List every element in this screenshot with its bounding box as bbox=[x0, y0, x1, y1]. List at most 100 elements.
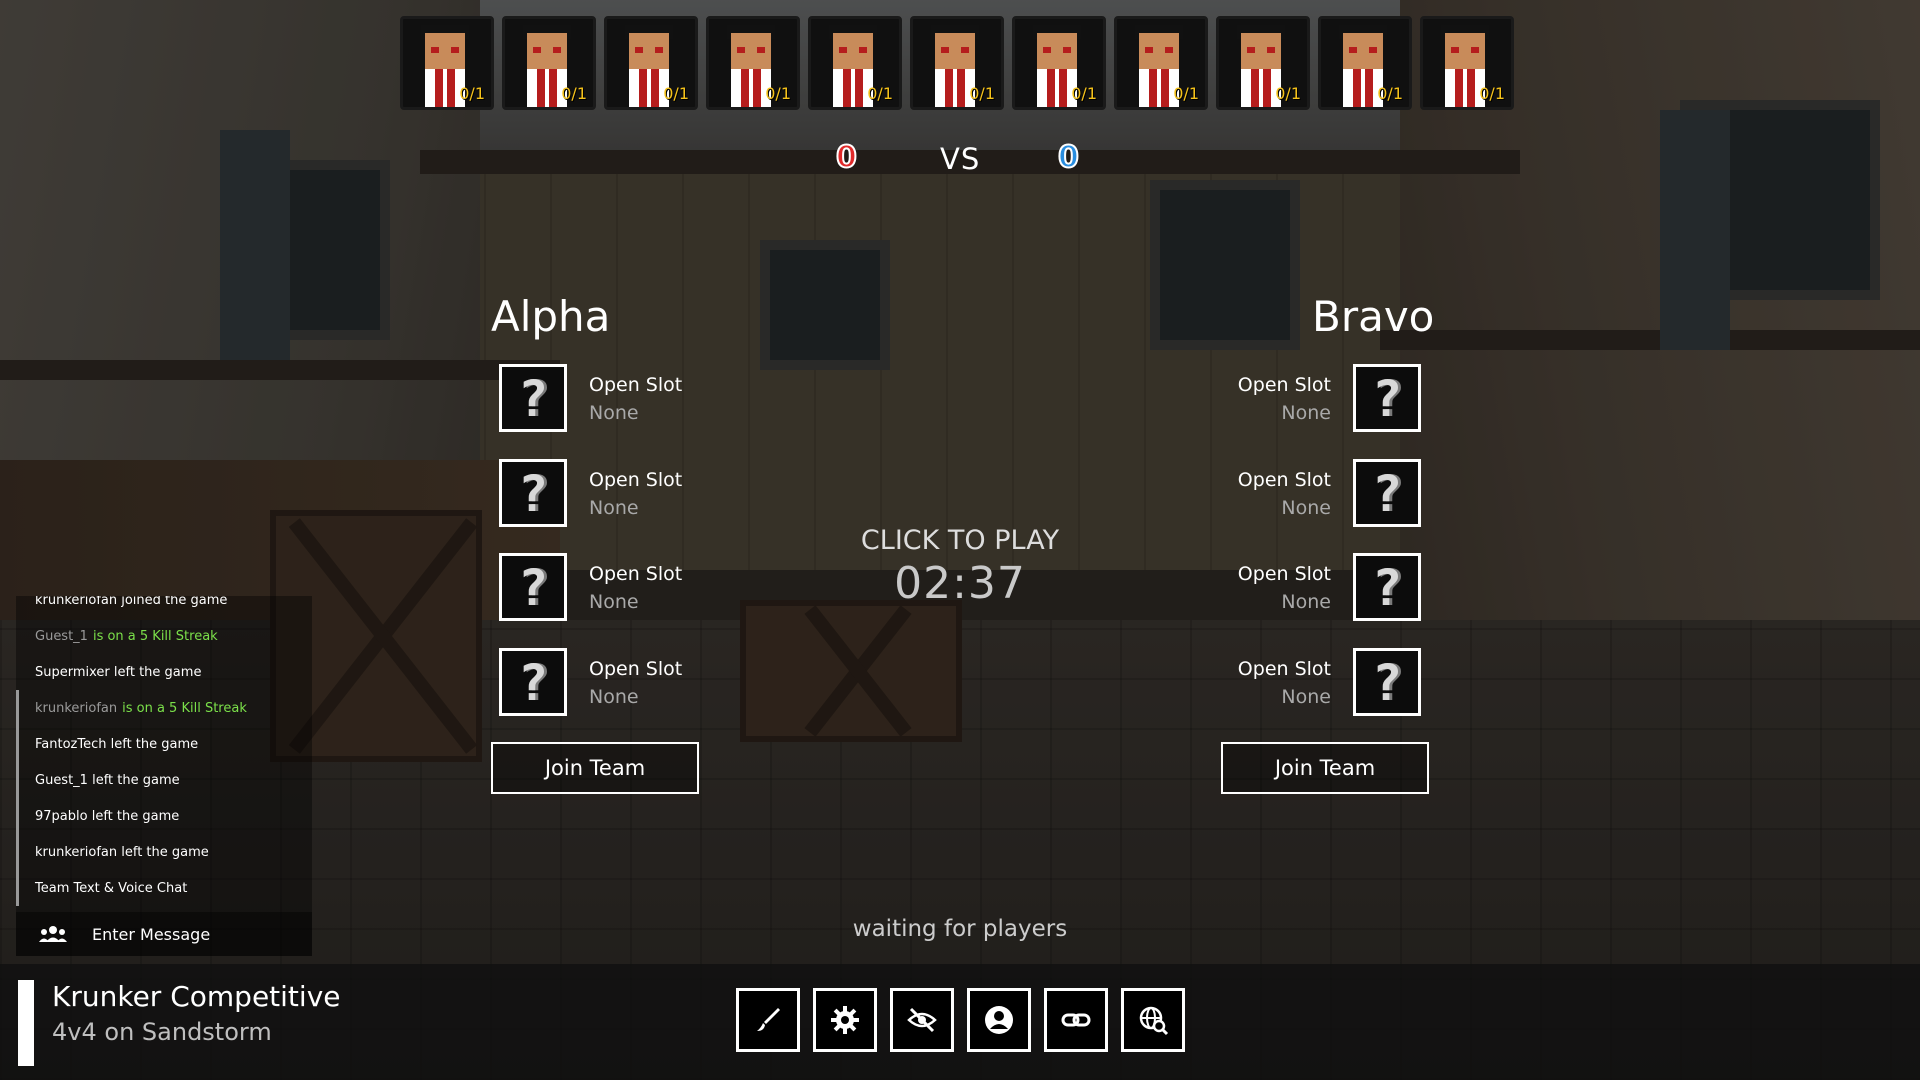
player-card[interactable]: 0/1 bbox=[706, 16, 800, 110]
chat-text: krunkeriofan left the game bbox=[35, 844, 209, 860]
bravo-score: 0 bbox=[1057, 139, 1080, 176]
chat-input-placeholder[interactable]: Enter Message bbox=[92, 925, 210, 944]
slot-player: None bbox=[1281, 686, 1331, 708]
alpha-slot[interactable]: ? Open Slot None bbox=[499, 459, 739, 533]
player-score: 0/1 bbox=[1377, 84, 1403, 103]
link-icon bbox=[1061, 1013, 1091, 1027]
player-avatar-part bbox=[1349, 47, 1377, 53]
customize-button[interactable] bbox=[736, 988, 800, 1052]
chat-message: FantozTech left the game bbox=[16, 726, 312, 762]
player-score: 0/1 bbox=[459, 84, 485, 103]
countdown-timer: 02:37 bbox=[894, 558, 1026, 609]
bravo-slot[interactable]: ? Open Slot None bbox=[1181, 648, 1421, 722]
player-avatar-part bbox=[635, 47, 663, 53]
settings-button[interactable] bbox=[813, 988, 877, 1052]
hide-ui-button[interactable] bbox=[890, 988, 954, 1052]
slot-name: Open Slot bbox=[1237, 374, 1331, 396]
join-bravo-button[interactable]: Join Team bbox=[1221, 742, 1429, 794]
player-score: 0/1 bbox=[867, 84, 893, 103]
player-score: 0/1 bbox=[663, 84, 689, 103]
chat-log[interactable]: krunkeriofan joined the game Guest_1 is on… bbox=[16, 596, 312, 956]
player-score: 0/1 bbox=[765, 84, 791, 103]
player-card[interactable]: 0/1 bbox=[808, 16, 902, 110]
slot-name: Open Slot bbox=[589, 658, 683, 680]
player-card[interactable]: 0/1 bbox=[1114, 16, 1208, 110]
player-card[interactable]: 0/1 bbox=[1318, 16, 1412, 110]
player-card[interactable]: 0/1 bbox=[1420, 16, 1514, 110]
player-score: 0/1 bbox=[1479, 84, 1505, 103]
bottom-bar: Krunker Competitive 4v4 on Sandstorm bbox=[0, 964, 1920, 1080]
user-circle-icon bbox=[985, 1006, 1013, 1034]
player-card[interactable]: 0/1 bbox=[400, 16, 494, 110]
unknown-player-icon: ? bbox=[1353, 459, 1421, 527]
click-to-play-prompt[interactable]: CLICK TO PLAY bbox=[760, 525, 1160, 556]
slot-name: Open Slot bbox=[589, 374, 683, 396]
unknown-player-icon: ? bbox=[1353, 553, 1421, 621]
slot-player: None bbox=[589, 686, 639, 708]
chat-message: Guest_1 is on a 5 Kill Streak bbox=[16, 618, 312, 654]
chat-text: is on a 5 Kill Streak bbox=[92, 628, 218, 644]
player-score: 0/1 bbox=[1071, 84, 1097, 103]
player-avatar-part bbox=[737, 47, 765, 53]
chat-input[interactable]: Enter Message bbox=[16, 912, 312, 956]
chat-message: krunkeriofan left the game bbox=[16, 834, 312, 870]
chat-text: Team Text & Voice Chat bbox=[35, 880, 188, 896]
bravo-slot[interactable]: ? Open Slot None bbox=[1181, 364, 1421, 438]
player-score: 0/1 bbox=[969, 84, 995, 103]
slot-name: Open Slot bbox=[589, 469, 683, 491]
chat-message: krunkeriofan is on a 5 Kill Streak bbox=[16, 690, 312, 726]
player-avatar-part bbox=[1247, 47, 1275, 53]
server-browser-button[interactable] bbox=[1121, 988, 1185, 1052]
slot-player: None bbox=[1281, 402, 1331, 424]
chat-message-list: krunkeriofan joined the game Guest_1 is on… bbox=[16, 596, 312, 906]
chat-message: krunkeriofan joined the game bbox=[16, 596, 312, 618]
unknown-player-icon: ? bbox=[1353, 364, 1421, 432]
player-avatar-part bbox=[1451, 47, 1479, 53]
player-card[interactable]: 0/1 bbox=[910, 16, 1004, 110]
chat-message: Team Text & Voice Chat bbox=[16, 870, 312, 906]
player-avatar-bar: 0/1 0/1 0/1 0/1 0/1 0/1 0/1 0/1 0/1 0/1 0/1 bbox=[400, 16, 1520, 112]
profile-button[interactable] bbox=[967, 988, 1031, 1052]
player-avatar-part bbox=[533, 47, 561, 53]
chat-text: 97pablo left the game bbox=[35, 808, 180, 824]
game-title: Krunker Competitive bbox=[52, 980, 341, 1013]
bravo-team-title: Bravo bbox=[1312, 292, 1435, 341]
player-score: 0/1 bbox=[1275, 84, 1301, 103]
chat-text: Supermixer left the game bbox=[35, 664, 202, 680]
alpha-slot[interactable]: ? Open Slot None bbox=[499, 648, 739, 722]
chat-sender: Guest_1 bbox=[35, 628, 88, 644]
alpha-slot[interactable]: ? Open Slot None bbox=[499, 364, 739, 438]
alpha-slot[interactable]: ? Open Slot None bbox=[499, 553, 739, 627]
invite-link-button[interactable] bbox=[1044, 988, 1108, 1052]
game-mode-line: 4v4 on Sandstorm bbox=[52, 1018, 272, 1046]
waiting-status: waiting for players bbox=[852, 916, 1068, 942]
bravo-slot[interactable]: ? Open Slot None bbox=[1181, 459, 1421, 533]
gear-icon bbox=[831, 1006, 859, 1034]
player-score: 0/1 bbox=[1173, 84, 1199, 103]
alpha-score: 0 bbox=[835, 139, 858, 176]
title-accent-bar bbox=[18, 980, 34, 1066]
unknown-player-icon: ? bbox=[499, 364, 567, 432]
player-avatar-part bbox=[431, 47, 459, 53]
player-card[interactable]: 0/1 bbox=[1012, 16, 1106, 110]
alpha-team-title: Alpha bbox=[491, 292, 611, 341]
chat-message: 97pablo left the game bbox=[16, 798, 312, 834]
slot-name: Open Slot bbox=[589, 563, 683, 585]
unknown-player-icon: ? bbox=[499, 553, 567, 621]
slot-player: None bbox=[1281, 591, 1331, 613]
toolbar bbox=[736, 988, 1185, 1052]
player-avatar-part bbox=[1043, 47, 1071, 53]
match-score: 0 VS 0 bbox=[800, 139, 1120, 180]
eye-slash-icon bbox=[907, 1007, 937, 1033]
chat-sender: krunkeriofan bbox=[35, 700, 118, 716]
slot-name: Open Slot bbox=[1237, 563, 1331, 585]
bravo-slot[interactable]: ? Open Slot None bbox=[1181, 553, 1421, 627]
player-avatar-part bbox=[941, 47, 969, 53]
chat-text: is on a 5 Kill Streak bbox=[122, 700, 247, 716]
join-alpha-button[interactable]: Join Team bbox=[491, 742, 699, 794]
player-card[interactable]: 0/1 bbox=[502, 16, 596, 110]
users-group-icon[interactable] bbox=[38, 924, 68, 944]
player-card[interactable]: 0/1 bbox=[1216, 16, 1310, 110]
player-avatar-part bbox=[1145, 47, 1173, 53]
player-card[interactable]: 0/1 bbox=[604, 16, 698, 110]
